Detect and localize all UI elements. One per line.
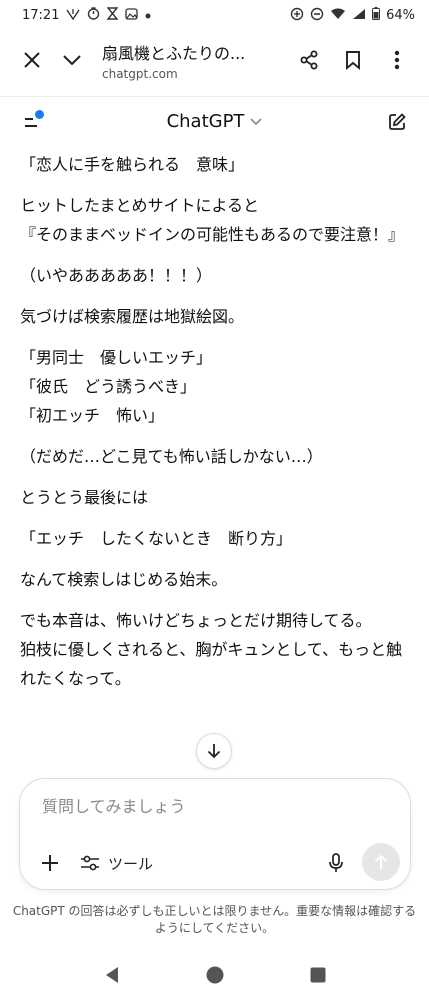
edit-icon [389, 112, 406, 130]
hourglass-icon [106, 7, 119, 23]
attach-button[interactable] [36, 849, 64, 877]
plus-icon [42, 855, 58, 871]
message-paragraph: （いやあああああ！！！） [20, 266, 213, 285]
battery-percent: 64% [386, 7, 415, 23]
disclaimer-text: ChatGPT の回答は必ずしも正しいとは限りません。重要な情報は確認するように… [12, 904, 417, 935]
model-selector[interactable]: ChatGPT [167, 111, 263, 132]
browser-toolbar: 扇風機とふたりの... chatgpt.com [0, 30, 429, 90]
back-button[interactable] [92, 955, 132, 995]
tools-button[interactable]: ツール [80, 849, 153, 877]
arrow-down-icon [207, 744, 221, 759]
app-title: ChatGPT [166, 111, 245, 132]
share-icon [300, 50, 318, 70]
message-paragraph: でも本音は、怖いけどちょっとだけ期待してる。 狛枝に優しくされると、胸がキュンと… [20, 611, 403, 688]
more-options-button[interactable] [377, 40, 417, 80]
status-time: 17:21 [22, 7, 60, 23]
recents-square-icon [310, 967, 325, 983]
chevron-down-icon [250, 117, 263, 125]
data-saver-icon [290, 7, 304, 24]
share-button[interactable] [289, 40, 329, 80]
timer-icon [87, 7, 100, 23]
new-chat-button[interactable] [379, 104, 415, 140]
chevron-down-icon [63, 55, 81, 66]
sidebar-menu-button[interactable] [14, 104, 50, 140]
more-vert-icon [394, 50, 400, 70]
notification-dot-icon [145, 8, 151, 22]
message-paragraph: 「恋人に手を触られる 意味」 [20, 155, 245, 174]
send-button[interactable] [362, 843, 400, 881]
close-icon [24, 52, 40, 68]
page-title-area[interactable]: 扇風機とふたりの... chatgpt.com [102, 40, 289, 81]
message-paragraph: ヒットしたまとめサイトによると 『そのままベッドインの可能性もあるので要注意！』 [20, 196, 405, 244]
wifi-calling-icon [66, 8, 81, 23]
message-paragraph: 気づけば検索履歴は地獄絵図。 [20, 307, 245, 326]
close-tab-button[interactable] [12, 40, 52, 80]
scroll-to-bottom-button[interactable] [196, 733, 232, 769]
message-paragraph: とうとう最後には [20, 488, 149, 507]
home-button[interactable] [195, 955, 235, 995]
message-paragraph: なんて検索しはじめる始末。 [20, 570, 228, 589]
tools-icon [81, 855, 99, 871]
message-input[interactable] [42, 797, 382, 816]
battery-icon [372, 7, 381, 23]
page-title: 扇風機とふたりの... [102, 43, 246, 63]
composer: ツール [19, 778, 411, 890]
message-paragraph: 「男同士 優しいエッチ」 「彼氏 どう誘うべき」 「初エッチ 怖い」 [20, 348, 213, 425]
bookmark-icon [346, 51, 360, 70]
tools-label: ツール [108, 854, 154, 873]
recents-button[interactable] [298, 955, 338, 995]
assistant-message: 「恋人に手を触られる 意味」 ヒットしたまとめサイトによると 『そのままベッドイ… [20, 150, 412, 770]
app-header: ChatGPT [0, 96, 429, 146]
do-not-disturb-icon [310, 7, 324, 24]
bookmark-button[interactable] [333, 40, 373, 80]
notification-dot [35, 109, 44, 119]
gallery-icon [125, 7, 139, 23]
home-circle-icon [206, 966, 223, 984]
back-triangle-icon [105, 967, 118, 983]
status-bar: 17:21 64% [0, 0, 429, 30]
minimize-button[interactable] [52, 40, 92, 80]
voice-input-button[interactable] [322, 849, 350, 877]
arrow-up-icon [374, 854, 388, 869]
page-url: chatgpt.com [102, 66, 178, 81]
message-paragraph: 「エッチ したくないとき 断り方」 [20, 529, 293, 548]
mic-icon [329, 853, 343, 872]
wifi-icon [330, 8, 346, 23]
signal-icon [352, 8, 366, 23]
system-navigation-bar [0, 950, 429, 1000]
message-paragraph: （だめだ…どこ見ても怖い話しかない…） [20, 447, 323, 466]
